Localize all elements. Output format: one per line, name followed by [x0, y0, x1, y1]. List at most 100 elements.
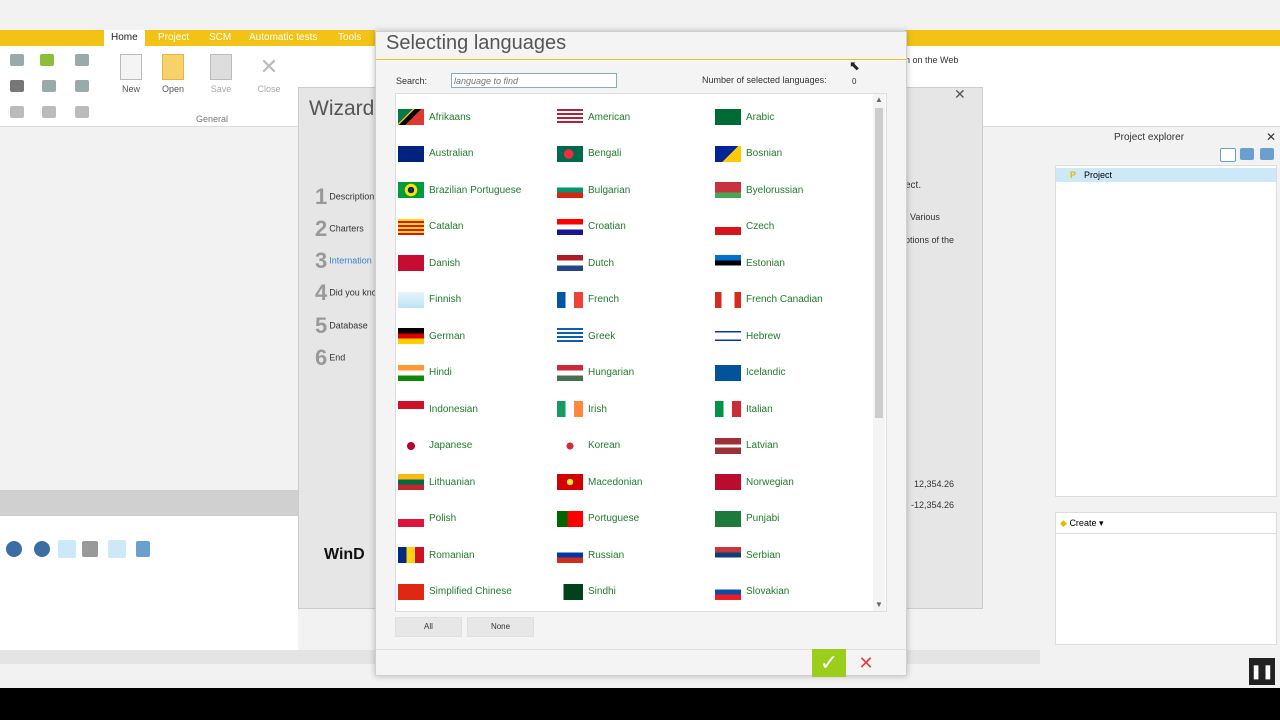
wizard-step-3[interactable]: 3 Internation — [315, 248, 372, 274]
language-item[interactable]: American — [557, 107, 630, 127]
language-item[interactable]: Hebrew — [715, 326, 780, 346]
list-icon[interactable] — [75, 106, 89, 118]
cancel-button[interactable]: ✕ — [852, 651, 880, 675]
save-button[interactable]: Save — [201, 54, 241, 94]
print-icon[interactable] — [10, 80, 24, 92]
language-list-scrollbar[interactable]: ▲ ▼ — [873, 94, 885, 611]
wizard-step-4[interactable]: 4 Did you kno — [315, 280, 377, 306]
language-item[interactable]: Catalan — [398, 217, 463, 237]
language-name: Japanese — [429, 440, 473, 451]
language-item[interactable]: Japanese — [398, 436, 472, 456]
language-item[interactable]: Korean — [557, 436, 620, 456]
tab-tools[interactable]: Tools — [338, 30, 361, 46]
wizard-step-2[interactable]: 2 Charters — [315, 216, 364, 242]
wizard-step-1[interactable]: 1 Description — [315, 184, 374, 210]
language-item[interactable]: French Canadian — [715, 290, 823, 310]
close-button[interactable]: ✕ Close — [249, 54, 289, 94]
info-icon[interactable] — [34, 541, 50, 557]
language-name: Estonian — [746, 257, 785, 269]
tab-scm[interactable]: SCM — [209, 30, 231, 46]
language-item[interactable]: Bengali — [557, 144, 621, 164]
settings-icon[interactable] — [1260, 148, 1274, 160]
flag-icon — [557, 291, 583, 308]
language-item[interactable]: Croatian — [557, 217, 626, 237]
wizard-step-5[interactable]: 5 Database — [315, 313, 368, 339]
language-item[interactable]: Portuguese — [557, 509, 639, 529]
language-item[interactable]: Bosnian — [715, 144, 782, 164]
language-item[interactable]: Estonian — [715, 253, 785, 273]
language-item[interactable]: Italian — [715, 399, 773, 419]
flag-icon — [557, 510, 583, 527]
ok-button[interactable]: ✓ — [812, 649, 846, 677]
language-item[interactable]: Afrikaans — [398, 107, 471, 127]
language-item[interactable]: Norwegian — [715, 472, 794, 492]
language-item[interactable]: Arabic — [715, 107, 774, 127]
globe-icon[interactable] — [6, 541, 22, 557]
open-small-icon[interactable] — [40, 54, 54, 66]
language-item[interactable]: Bulgarian — [557, 180, 630, 200]
language-item[interactable]: Byelorussian — [715, 180, 803, 200]
language-item[interactable]: Sindhi — [557, 582, 616, 602]
undo-icon[interactable] — [10, 106, 24, 118]
project-tree-item[interactable]: P Project — [1056, 168, 1276, 182]
create-button[interactable]: ◆ Create ▾ — [1060, 518, 1103, 528]
language-item[interactable]: Hindi — [398, 363, 452, 383]
language-item[interactable]: Macedonian — [557, 472, 642, 492]
close-icon[interactable]: ✕ — [1266, 130, 1276, 144]
pause-icon[interactable]: ❚❚ — [1249, 658, 1275, 685]
redo-icon[interactable] — [42, 106, 56, 118]
tab-automatic-tests[interactable]: Automatic tests — [249, 30, 317, 46]
step-number: 5 — [315, 313, 328, 338]
language-item[interactable]: Australian — [398, 144, 473, 164]
sync-icon[interactable] — [1240, 148, 1254, 160]
scrollbar-thumb[interactable] — [875, 108, 883, 418]
language-item[interactable]: Serbian — [715, 545, 780, 565]
warning-icon[interactable] — [58, 540, 76, 558]
select-none-button[interactable]: None — [467, 617, 534, 637]
language-item[interactable]: Danish — [398, 253, 460, 273]
filter-icon[interactable] — [108, 540, 126, 558]
language-item[interactable]: Finnish — [398, 290, 461, 310]
language-name: Italian — [746, 403, 773, 415]
language-item[interactable]: French — [557, 290, 619, 310]
language-item[interactable]: Brazilian Portuguese — [398, 180, 521, 200]
help-on-web-link[interactable]: n on the Web — [905, 55, 958, 65]
language-item[interactable]: Dutch — [557, 253, 614, 273]
tree-icon[interactable] — [136, 541, 150, 557]
language-item[interactable]: Icelandic — [715, 363, 785, 383]
save-small-icon[interactable] — [75, 54, 89, 66]
step-number: 2 — [315, 216, 328, 241]
search-icon[interactable] — [1220, 148, 1236, 162]
paste-icon[interactable] — [75, 80, 89, 92]
wizard-step-6[interactable]: 6 End — [315, 345, 345, 371]
language-name: Hebrew — [746, 330, 781, 342]
select-all-button[interactable]: All — [395, 617, 462, 637]
language-item[interactable]: Latvian — [715, 436, 778, 456]
language-item[interactable]: Russian — [557, 545, 624, 565]
copy-icon[interactable] — [42, 80, 56, 92]
language-item[interactable]: Indonesian — [398, 399, 478, 419]
language-item[interactable]: Slovakian — [715, 582, 789, 602]
scroll-down-icon[interactable]: ▼ — [873, 599, 885, 611]
tab-project[interactable]: Project — [158, 30, 189, 46]
scroll-up-icon[interactable]: ▲ — [873, 94, 885, 106]
language-item[interactable]: Romanian — [398, 545, 475, 565]
language-item[interactable]: Simplified Chinese — [398, 582, 512, 602]
language-item[interactable]: Hungarian — [557, 363, 634, 383]
tab-home[interactable]: Home — [104, 30, 145, 46]
new-doc-small-icon[interactable] — [10, 54, 24, 66]
stop-icon[interactable] — [82, 541, 98, 557]
language-item[interactable]: Czech — [715, 217, 774, 237]
new-button[interactable]: New — [111, 54, 151, 94]
language-item[interactable]: Polish — [398, 509, 456, 529]
language-item[interactable]: Lithuanian — [398, 472, 475, 492]
language-item[interactable]: Irish — [557, 399, 607, 419]
open-button[interactable]: Open — [153, 54, 193, 94]
language-item[interactable]: Greek — [557, 326, 615, 346]
language-item[interactable]: German — [398, 326, 465, 346]
language-name: Polish — [429, 513, 457, 524]
language-item[interactable]: Punjabi — [715, 509, 779, 529]
wizard-close-icon[interactable]: ✕ — [954, 86, 966, 103]
save-button-label: Save — [210, 84, 232, 94]
search-input[interactable] — [451, 73, 617, 88]
